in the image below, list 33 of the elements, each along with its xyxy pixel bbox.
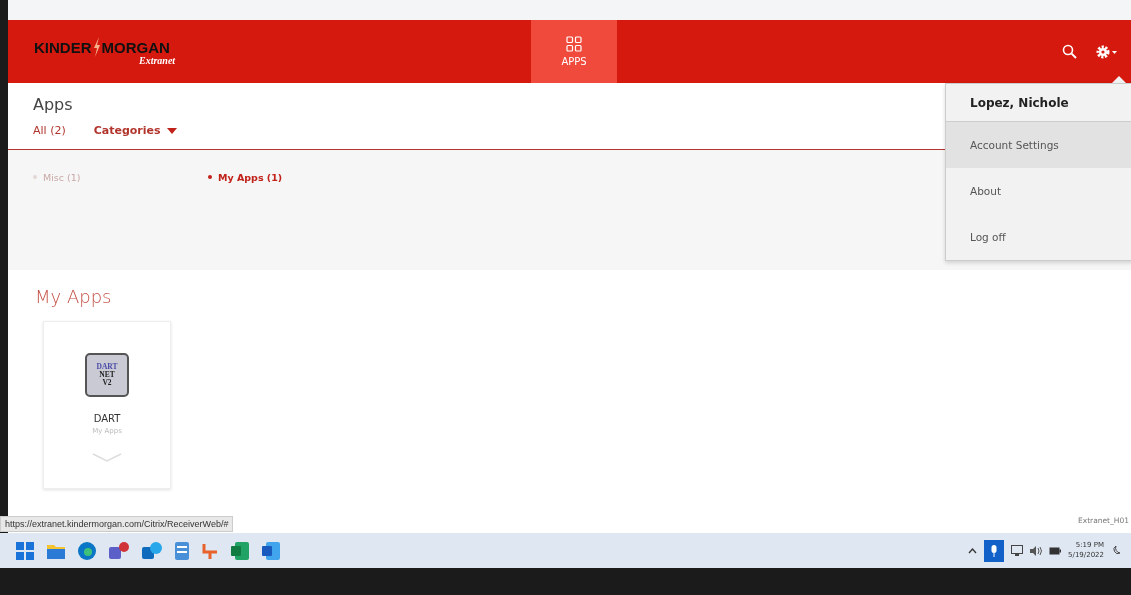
section-title: My Apps xyxy=(35,286,113,307)
page-title: Apps xyxy=(33,95,73,114)
document-app-icon[interactable] xyxy=(262,541,280,560)
chevron-up-icon[interactable] xyxy=(968,547,978,554)
microphone-icon[interactable] xyxy=(984,539,1005,562)
battery-icon[interactable] xyxy=(1049,546,1062,555)
logo-subtitle: Extranet xyxy=(139,55,176,66)
filter-tab[interactable]: All (2) xyxy=(33,124,66,137)
browser-icon[interactable] xyxy=(78,541,96,560)
search-icon[interactable] xyxy=(1062,44,1077,59)
apps-nav-tab[interactable]: APPS xyxy=(531,20,617,83)
monitor-icon[interactable] xyxy=(1011,544,1024,557)
spreadsheet-icon[interactable] xyxy=(231,541,249,560)
grid-icon xyxy=(566,36,582,52)
category-item[interactable]: My Apps (1) xyxy=(208,170,383,184)
app-name: DART xyxy=(93,413,121,424)
mail-app-icon[interactable] xyxy=(142,541,162,560)
speaker-icon[interactable] xyxy=(1030,545,1043,556)
caret-icon xyxy=(166,127,177,134)
menu-item[interactable]: About xyxy=(946,168,1131,214)
settings-icon[interactable] xyxy=(1095,43,1117,60)
logo-text: KINDER xyxy=(34,38,92,56)
status-url: https://extranet.kindermorgan.com/Citrix/ReceiverWeb/# xyxy=(0,516,234,532)
categories-dropdown[interactable]: Categories xyxy=(93,124,177,137)
windows-start-icon[interactable] xyxy=(16,541,34,560)
menu-item[interactable]: Log off xyxy=(946,214,1131,260)
notification-icon[interactable] xyxy=(1111,544,1121,557)
lightning-bolt-icon xyxy=(92,37,101,57)
folder-icon[interactable] xyxy=(47,542,65,559)
menu-item[interactable]: Account Settings xyxy=(946,122,1131,168)
notepad-icon[interactable] xyxy=(175,541,189,560)
logo-text: MORGAN xyxy=(101,38,170,56)
chat-app-icon[interactable] xyxy=(109,541,129,560)
